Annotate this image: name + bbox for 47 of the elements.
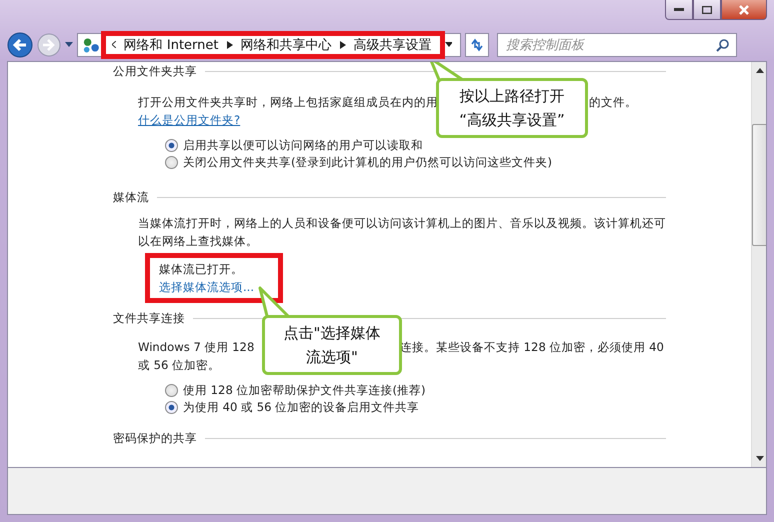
search-icon — [716, 38, 730, 52]
close-button[interactable] — [721, 0, 767, 20]
radio-button[interactable] — [165, 139, 178, 152]
callout-text: 点击"选择媒体 — [284, 323, 380, 344]
radio-button[interactable] — [165, 384, 178, 397]
option-label: 启用共享以便可以访问网络的用户可以读取和 — [183, 138, 423, 153]
breadcrumb-arrow-icon — [226, 40, 232, 48]
refresh-button[interactable] — [465, 32, 489, 56]
status-text: 媒体流已打开。 — [159, 261, 244, 278]
network-icon — [82, 36, 101, 54]
breadcrumb-item[interactable]: 高级共享设置 — [354, 36, 432, 54]
description-text: 的文件。 — [589, 94, 637, 111]
breadcrumb-item[interactable]: 网络和 Internet — [124, 36, 218, 54]
back-button[interactable] — [7, 32, 33, 58]
refresh-icon — [470, 38, 484, 52]
description-text: Windows 7 使用 128 — [138, 339, 254, 356]
callout-text: “高级共享设置” — [459, 110, 565, 131]
section-heading: 媒体流 — [113, 190, 149, 205]
scroll-up-icon[interactable] — [756, 68, 764, 73]
option-label: 为使用 40 或 56 位加密的设备启用文件共享 — [183, 400, 420, 415]
callout-text: 按以上路径打开 — [460, 86, 564, 107]
option-label: 使用 128 位加密帮助保护文件共享连接(推荐) — [183, 383, 426, 398]
description-text: 或 56 位加密。 — [138, 358, 220, 372]
close-icon — [739, 4, 749, 14]
description-text: 当媒体流打开时，网络上的人员和设备便可以访问该计算机上的图片、音乐以及视频。该计算机还可以在网络上查找媒体。 — [138, 215, 666, 250]
section-heading: 公用文件夹共享 — [113, 64, 197, 79]
description-text: 打开公用文件夹共享时，网络上包括家庭组成员在内的用 — [138, 94, 438, 111]
breadcrumb-arrow-icon — [340, 40, 346, 48]
help-link[interactable]: 什么是公用文件夹? — [138, 113, 240, 127]
minimize-icon — [674, 8, 684, 12]
maximize-button[interactable] — [693, 0, 721, 20]
scrollbar-thumb[interactable] — [752, 124, 766, 246]
radio-button[interactable] — [165, 156, 178, 169]
options-link[interactable]: 选择媒体流选项... — [159, 278, 269, 296]
section-heading: 文件共享连接 — [113, 311, 185, 326]
maximize-icon — [702, 6, 712, 14]
address-field[interactable]: 网络和 Internet 网络和共享中心 高级共享设置 — [77, 32, 461, 56]
section-heading: 密码保护的共享 — [113, 431, 197, 446]
option-label: 关闭公用文件夹共享(登录到此计算机的用户仍然可以访问这些文件夹) — [183, 155, 552, 170]
scrollbar[interactable] — [751, 62, 766, 467]
dropdown-arrow-icon[interactable] — [444, 42, 452, 47]
callout-text: 流选项" — [306, 347, 358, 368]
minimize-button[interactable] — [665, 0, 693, 20]
radio-button[interactable] — [165, 401, 178, 414]
breadcrumb-item[interactable]: 网络和共享中心 — [240, 36, 332, 54]
scroll-down-icon[interactable] — [756, 456, 764, 461]
chevron-icon — [112, 41, 116, 48]
